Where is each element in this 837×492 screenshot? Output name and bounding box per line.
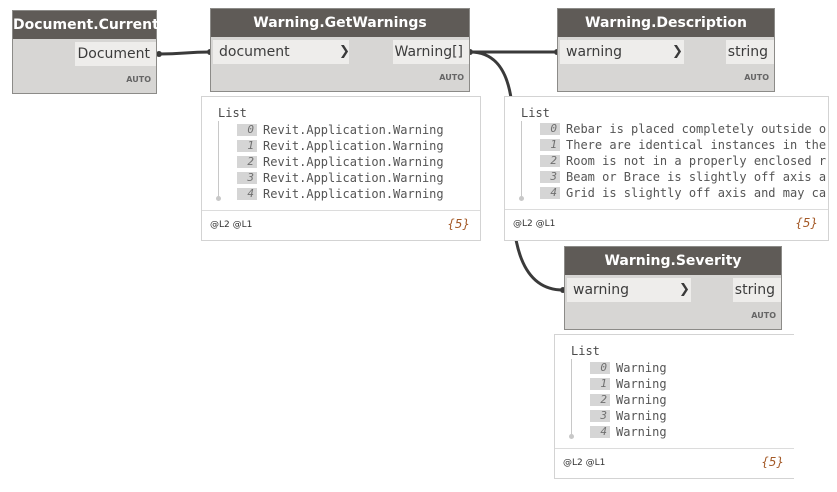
- list-end-dot: [216, 196, 221, 201]
- list-index: 2: [590, 393, 610, 406]
- list-index: 3: [540, 170, 560, 183]
- chevron-right-icon[interactable]: ❯: [679, 281, 690, 297]
- list-end-dot: [519, 196, 524, 201]
- list-item: 0 Warning: [590, 359, 667, 375]
- preview-title: List: [521, 106, 550, 120]
- list-index: 1: [237, 139, 257, 152]
- node-get-warnings[interactable]: Warning.GetWarnings document ❯ Warning[]…: [210, 8, 470, 92]
- list-levels[interactable]: @L2 @L1: [563, 458, 605, 468]
- list-item: 1 There are identical instances in the: [540, 136, 827, 152]
- output-port-string[interactable]: string: [726, 40, 774, 64]
- list-value: Revit.Application.Warning: [263, 154, 444, 169]
- node-title: Warning.Description: [558, 9, 774, 37]
- list-index: 3: [237, 171, 257, 184]
- list-item: 3 Warning: [590, 407, 667, 423]
- lacing-label[interactable]: AUTO: [126, 75, 151, 84]
- list-index: 4: [237, 187, 257, 200]
- list-value: Revit.Application.Warning: [263, 138, 444, 153]
- list-item: 3 Revit.Application.Warning: [237, 169, 444, 185]
- list-item: 4 Warning: [590, 423, 667, 439]
- list-value: Grid is slightly off axis and may ca: [566, 185, 827, 200]
- list-value: Room is not in a properly enclosed r: [566, 153, 827, 168]
- node-severity[interactable]: Warning.Severity warning ❯ string AUTO: [564, 246, 782, 330]
- list-item: 4 Grid is slightly off axis and may ca: [540, 184, 827, 200]
- input-port-warning[interactable]: warning: [560, 40, 684, 64]
- list-item: 1 Revit.Application.Warning: [237, 137, 444, 153]
- list-item: 0 Revit.Application.Warning: [237, 121, 444, 137]
- list-rail: [218, 121, 219, 197]
- output-port-string[interactable]: string: [733, 278, 781, 302]
- list-item: 0 Rebar is placed completely outside o: [540, 120, 827, 136]
- input-port-warning[interactable]: warning: [567, 278, 691, 302]
- list-levels[interactable]: @L2 @L1: [513, 219, 555, 229]
- preview-description[interactable]: List 0 Rebar is placed completely outside…: [504, 96, 829, 241]
- preview-get-warnings[interactable]: List 0 Revit.Application.Warning 1 Revit.A…: [201, 96, 481, 241]
- list-index: 0: [540, 122, 560, 135]
- list-index: 0: [590, 361, 610, 374]
- lacing-label[interactable]: AUTO: [439, 73, 464, 82]
- list-value: There are identical instances in the: [566, 137, 827, 152]
- list-value: Revit.Application.Warning: [263, 122, 444, 137]
- list-value: Revit.Application.Warning: [263, 170, 444, 185]
- list-rail: [571, 359, 572, 435]
- list-value: Warning: [616, 392, 667, 407]
- item-count: {5}: [447, 217, 470, 231]
- output-port-document[interactable]: Document: [75, 42, 156, 66]
- item-count: {5}: [761, 455, 784, 469]
- preview-divider: [505, 209, 828, 210]
- lacing-label[interactable]: AUTO: [751, 311, 776, 320]
- node-title: Warning.Severity: [565, 247, 781, 275]
- list-index: 2: [237, 155, 257, 168]
- preview-divider: [202, 210, 480, 211]
- list-index: 3: [590, 409, 610, 422]
- list-index: 0: [237, 123, 257, 136]
- output-port-warnings[interactable]: Warning[]: [393, 40, 469, 64]
- list-item: 2 Warning: [590, 391, 667, 407]
- preview-severity[interactable]: List 0 Warning 1 Warning 2 Warning 3 Warning…: [554, 334, 794, 479]
- list-rail: [521, 121, 522, 197]
- list-item: 1 Warning: [590, 375, 667, 391]
- item-count: {5}: [795, 216, 818, 230]
- list-index: 1: [590, 377, 610, 390]
- list-item: 3 Beam or Brace is slightly off axis a: [540, 168, 827, 184]
- list-item: 2 Room is not in a properly enclosed r: [540, 152, 827, 168]
- list-levels[interactable]: @L2 @L1: [210, 220, 252, 230]
- list-value: Revit.Application.Warning: [263, 186, 444, 201]
- preview-title: List: [571, 344, 600, 358]
- list-value: Warning: [616, 424, 667, 439]
- node-document-current[interactable]: Document.Current Document AUTO: [12, 10, 159, 94]
- list-value: Rebar is placed completely outside o: [566, 121, 827, 136]
- node-description[interactable]: Warning.Description warning ❯ string AUT…: [557, 8, 775, 92]
- chevron-right-icon[interactable]: ❯: [339, 43, 350, 59]
- list-item: 2 Revit.Application.Warning: [237, 153, 444, 169]
- preview-divider: [555, 448, 794, 449]
- list-value: Warning: [616, 408, 667, 423]
- preview-title: List: [218, 106, 247, 120]
- lacing-label[interactable]: AUTO: [744, 73, 769, 82]
- node-title: Document.Current: [13, 11, 159, 39]
- list-value: Warning: [616, 376, 667, 391]
- list-end-dot: [569, 434, 574, 439]
- list-index: 4: [590, 425, 610, 438]
- list-item: 4 Revit.Application.Warning: [237, 185, 444, 201]
- chevron-right-icon[interactable]: ❯: [672, 43, 683, 59]
- node-title: Warning.GetWarnings: [211, 9, 469, 37]
- wire-document-to-getwarnings[interactable]: [158, 50, 211, 56]
- list-index: 1: [540, 138, 560, 151]
- list-index: 2: [540, 154, 560, 167]
- list-index: 4: [540, 186, 560, 199]
- list-value: Warning: [616, 360, 667, 375]
- list-value: Beam or Brace is slightly off axis a: [566, 169, 827, 184]
- input-port-document[interactable]: document: [213, 40, 349, 64]
